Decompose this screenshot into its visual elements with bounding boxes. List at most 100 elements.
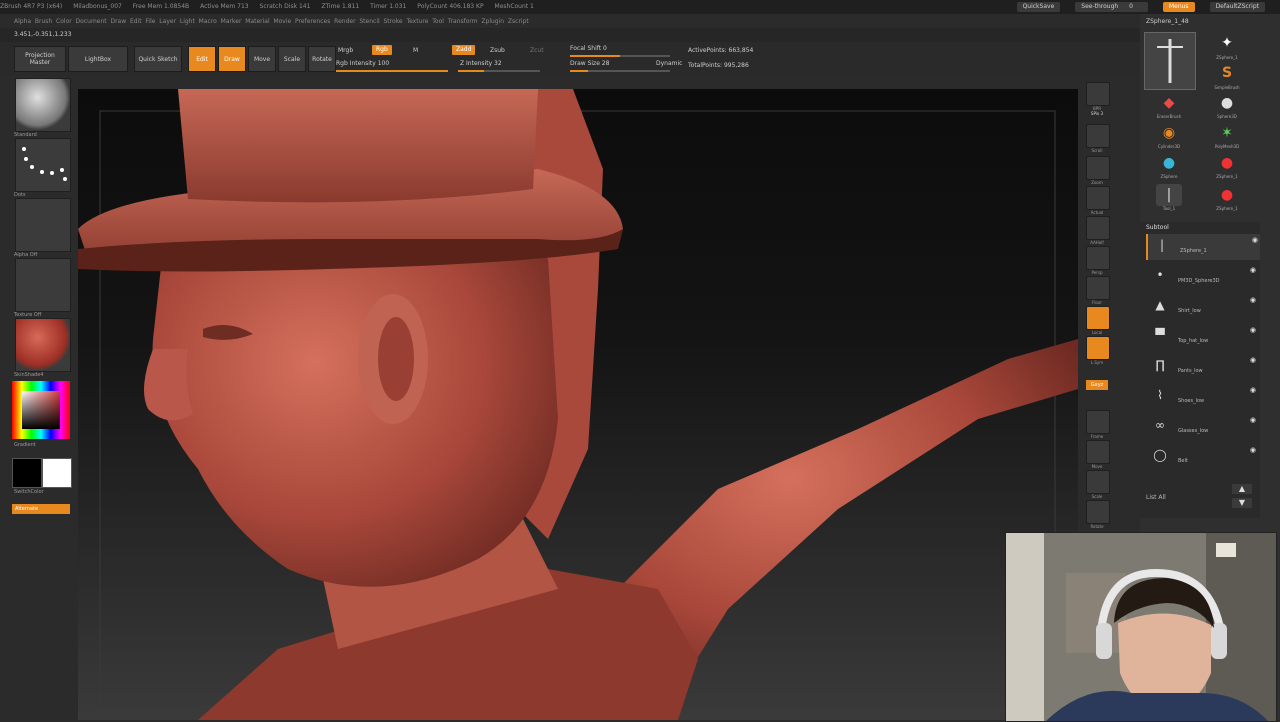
focal-shift-track[interactable]: [570, 55, 670, 57]
primary-color-swatch[interactable]: [12, 458, 42, 488]
persp-button[interactable]: [1086, 246, 1110, 270]
subtool-row[interactable]: ◯ Belt ◉: [1146, 444, 1258, 470]
menu-macro[interactable]: Macro: [199, 18, 217, 25]
menu-tool[interactable]: Tool: [432, 18, 444, 25]
menu-alpha[interactable]: Alpha: [14, 18, 31, 25]
polymesh3d-tool-icon[interactable]: ✶: [1214, 122, 1240, 144]
default-zscript-button[interactable]: DefaultZScript: [1209, 2, 1265, 12]
menu-preferences[interactable]: Preferences: [295, 18, 330, 25]
eye-icon[interactable]: ◉: [1250, 296, 1256, 304]
menu-brush[interactable]: Brush: [35, 18, 52, 25]
aahalf-button[interactable]: [1086, 216, 1110, 240]
eye-icon[interactable]: ◉: [1250, 326, 1256, 334]
spix-caption[interactable]: SPix 3: [1082, 111, 1112, 116]
scroll-button[interactable]: [1086, 124, 1110, 148]
menu-draw[interactable]: Draw: [110, 18, 126, 25]
arrow-down-icon[interactable]: ▼: [1232, 498, 1252, 508]
tool1-icon[interactable]: |: [1156, 184, 1182, 206]
gxyz-button[interactable]: Gxyz: [1086, 380, 1108, 390]
quicksave-button[interactable]: QuickSave: [1016, 2, 1061, 12]
eye-icon[interactable]: ◉: [1250, 356, 1256, 364]
eye-icon[interactable]: ◉: [1250, 416, 1256, 424]
projection-master-button[interactable]: Projection Master: [14, 46, 66, 72]
mrgb-toggle[interactable]: Mrgb: [338, 47, 353, 54]
edit-mode-button[interactable]: Edit: [188, 46, 216, 72]
subtool-row[interactable]: ⌇ Shoes_low ◉: [1146, 384, 1258, 410]
actual-button[interactable]: [1086, 186, 1110, 210]
rgb-intensity-slider[interactable]: Rgb Intensity 100: [336, 60, 389, 67]
rotate-view-button[interactable]: [1086, 500, 1110, 524]
eye-icon[interactable]: ◉: [1250, 446, 1256, 454]
menu-light[interactable]: Light: [180, 18, 195, 25]
alpha-thumbnail[interactable]: [15, 198, 71, 252]
menu-stencil[interactable]: Stencil: [359, 18, 379, 25]
zsphere-blue-tool-icon[interactable]: ●: [1156, 152, 1182, 174]
subtool-row[interactable]: • PM3D_Sphere3D ◉: [1146, 264, 1258, 290]
scale-view-button[interactable]: [1086, 470, 1110, 494]
move-mode-button[interactable]: Move: [248, 46, 276, 72]
zoom-button[interactable]: [1086, 156, 1110, 180]
rgb-intensity-track[interactable]: [336, 70, 448, 72]
move-view-button[interactable]: [1086, 440, 1110, 464]
menu-file[interactable]: File: [145, 18, 155, 25]
eye-icon[interactable]: ◉: [1250, 266, 1256, 274]
texture-thumbnail[interactable]: [15, 258, 71, 312]
menu-color[interactable]: Color: [56, 18, 72, 25]
switch-color-button[interactable]: SwitchColor: [14, 489, 44, 495]
bpr-button[interactable]: [1086, 82, 1110, 106]
subtool-row[interactable]: ∞ Glasses_low ◉: [1146, 414, 1258, 440]
menu-zplugin[interactable]: Zplugin: [481, 18, 504, 25]
scale-mode-button[interactable]: Scale: [278, 46, 306, 72]
m-toggle[interactable]: M: [413, 47, 418, 54]
secondary-color-swatch[interactable]: [42, 458, 72, 488]
current-tool-thumbnail[interactable]: [1144, 32, 1196, 90]
subtool-row[interactable]: ▀ Top_hat_low ◉: [1146, 324, 1258, 350]
material-thumbnail[interactable]: [15, 318, 71, 372]
menus-button[interactable]: Menus: [1162, 2, 1195, 12]
eraserbrush-tool-icon[interactable]: ◆: [1156, 92, 1182, 114]
alternate-button[interactable]: Alternate: [12, 504, 70, 514]
menu-movie[interactable]: Movie: [273, 18, 291, 25]
rgb-toggle[interactable]: Rgb: [372, 45, 392, 55]
menu-texture[interactable]: Texture: [406, 18, 428, 25]
menu-render[interactable]: Render: [334, 18, 355, 25]
draw-size-slider[interactable]: Draw Size 28: [570, 60, 609, 67]
menu-zscript[interactable]: Zscript: [508, 18, 529, 25]
simplebrush-tool-icon[interactable]: S: [1214, 62, 1240, 84]
menu-stroke[interactable]: Stroke: [384, 18, 403, 25]
menu-document[interactable]: Document: [76, 18, 107, 25]
z-intensity-slider[interactable]: Z Intensity 32: [460, 60, 502, 67]
cylinder3d-tool-icon[interactable]: ◉: [1156, 122, 1182, 144]
subtool-row[interactable]: | ZSphere_1 ◉: [1146, 234, 1260, 260]
eye-icon[interactable]: ◉: [1250, 386, 1256, 394]
local-button[interactable]: [1086, 306, 1110, 330]
menu-transform[interactable]: Transform: [448, 18, 478, 25]
menu-marker[interactable]: Marker: [221, 18, 242, 25]
frame-button[interactable]: [1086, 410, 1110, 434]
menu-material[interactable]: Material: [245, 18, 269, 25]
subtool-row[interactable]: ▲ Shirt_low ◉: [1146, 294, 1258, 320]
sphere3d-tool-icon[interactable]: ●: [1214, 92, 1240, 114]
z-intensity-track[interactable]: [458, 70, 540, 72]
menu-edit[interactable]: Edit: [130, 18, 142, 25]
zsphere-tool-icon[interactable]: ✦: [1214, 32, 1240, 54]
draw-mode-button[interactable]: Draw: [218, 46, 246, 72]
arrow-up-icon[interactable]: ▲: [1232, 484, 1252, 494]
zsub-toggle[interactable]: Zsub: [490, 47, 505, 54]
floor-button[interactable]: [1086, 276, 1110, 300]
eye-icon[interactable]: ◉: [1252, 236, 1258, 244]
zsphere-red2-tool-icon[interactable]: ●: [1214, 184, 1240, 206]
dynamic-toggle[interactable]: Dynamic: [656, 60, 682, 67]
zcut-toggle[interactable]: Zcut: [530, 47, 544, 54]
menu-layer[interactable]: Layer: [159, 18, 176, 25]
document-canvas[interactable]: [78, 89, 1078, 720]
color-picker-square[interactable]: [22, 391, 60, 429]
seethrough-slider[interactable]: See-through 0: [1075, 2, 1148, 12]
color-picker[interactable]: [12, 381, 70, 439]
zsphere-red-tool-icon[interactable]: ●: [1214, 152, 1240, 174]
focal-shift-slider[interactable]: Focal Shift 0: [570, 45, 607, 52]
zadd-toggle[interactable]: Zadd: [452, 45, 476, 55]
list-all-button[interactable]: List All: [1146, 494, 1166, 501]
stroke-thumbnail[interactable]: [15, 138, 71, 192]
brush-thumbnail[interactable]: [15, 78, 71, 132]
